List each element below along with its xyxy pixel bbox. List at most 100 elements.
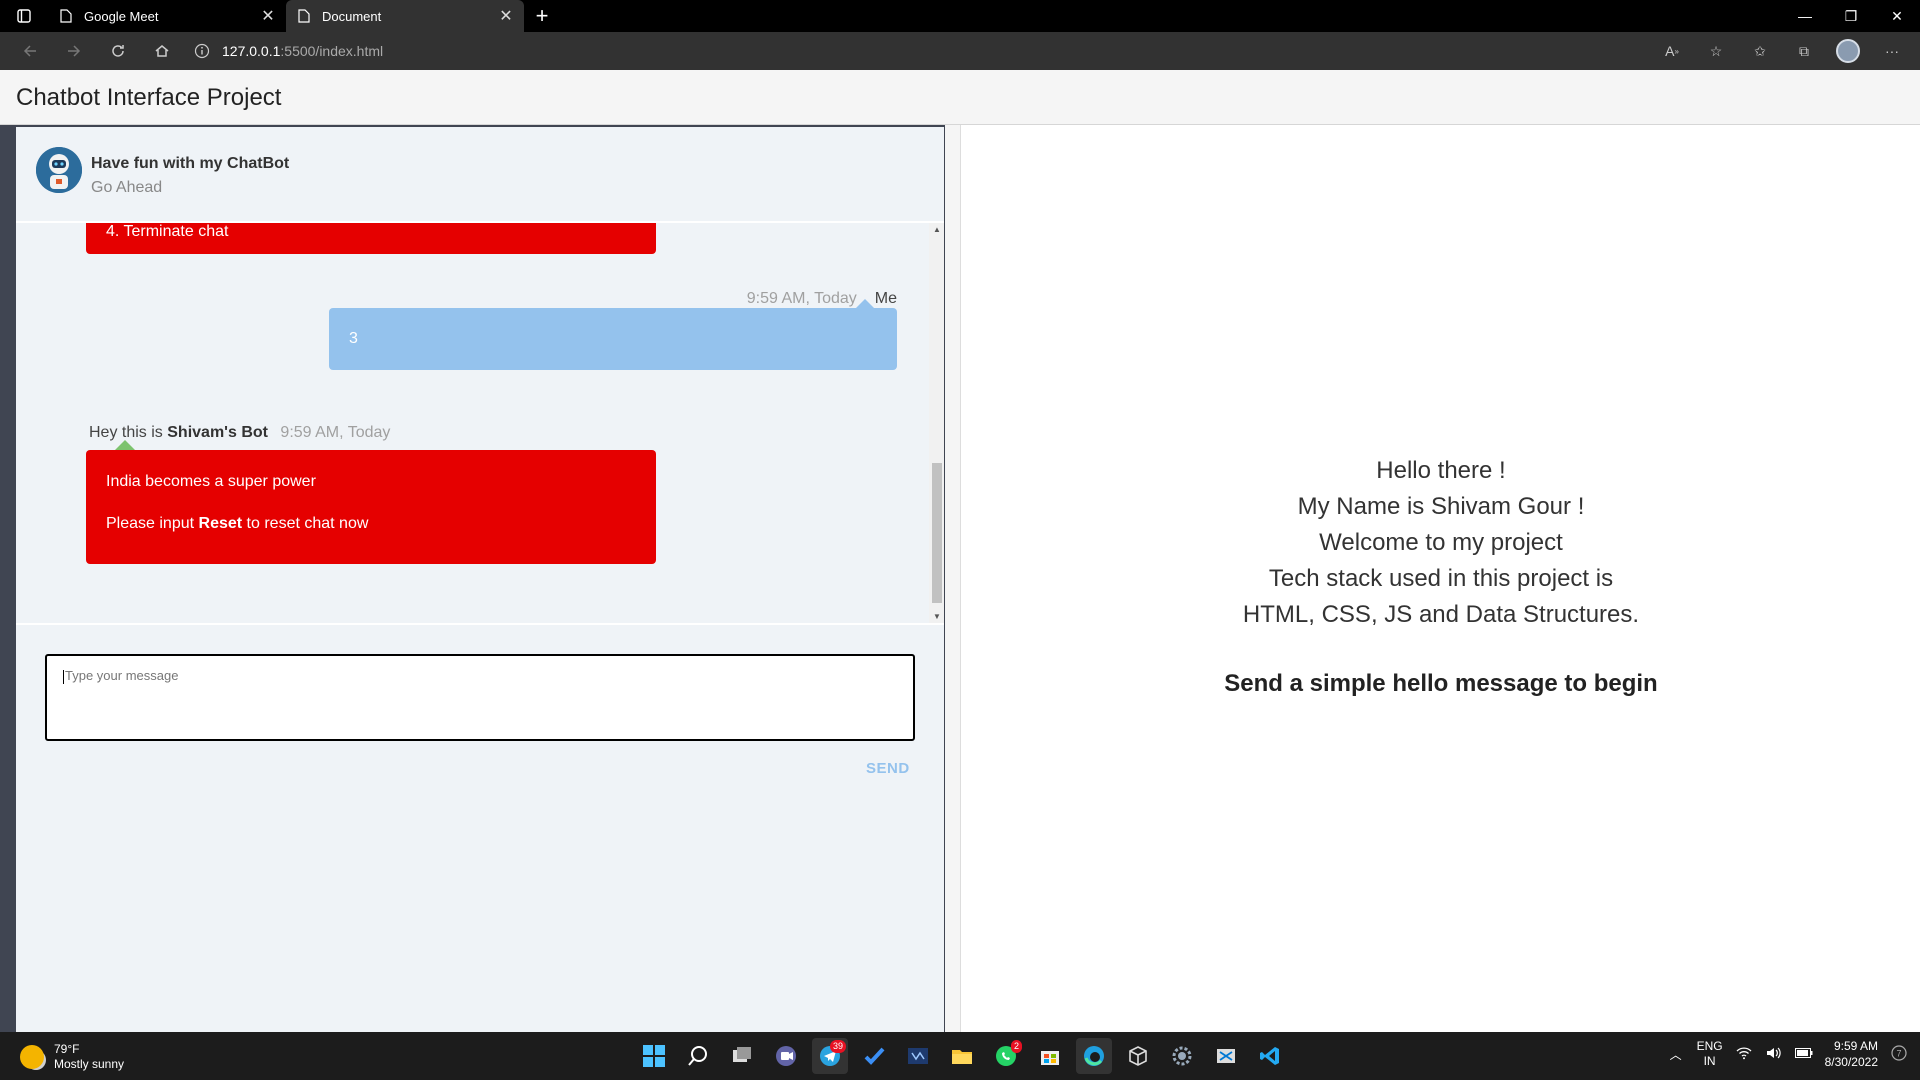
collections-icon[interactable]: ⧉ [1784, 35, 1824, 67]
whatsapp-badge: 2 [1010, 1040, 1022, 1053]
url-field[interactable]: 127.0.0.1:5500/index.html [194, 35, 383, 67]
page-icon [298, 9, 312, 23]
add-favorite-icon[interactable]: ☆ [1696, 35, 1736, 67]
page: Chatbot Interface Project Have fun with … [0, 70, 1920, 1032]
read-aloud-icon[interactable]: A» [1652, 35, 1692, 67]
close-tab-icon[interactable]: ✕ [260, 6, 276, 26]
virtualbox-icon[interactable] [1120, 1038, 1156, 1074]
file-explorer-icon[interactable] [944, 1038, 980, 1074]
bot-message: India becomes a super power Please input… [86, 450, 656, 564]
intro-cta: Send a simple hello message to begin [1224, 670, 1658, 697]
bot-message: 4. Terminate chat [86, 223, 656, 254]
user-message-sender: Me [874, 290, 897, 307]
tab-actions-icon[interactable] [0, 0, 48, 32]
bot-intro-text: Hey this is [89, 424, 163, 441]
minimize-icon[interactable]: — [1782, 0, 1828, 32]
intro-text: Hello there ! My Name is Shivam Gour ! W… [961, 453, 1920, 633]
close-window-icon[interactable]: ✕ [1874, 0, 1920, 32]
clock[interactable]: 9:59 AM 8/30/2022 [1825, 1038, 1878, 1070]
user-message: 3 [329, 308, 897, 370]
weather-temp: 79°F [54, 1042, 80, 1056]
taskbar: 79°F Mostly sunny 39 2 ︿ ENG IN 9:59 AM … [0, 1032, 1920, 1080]
volume-icon[interactable] [1765, 1046, 1783, 1063]
chat-header-subtitle: Go Ahead [91, 179, 163, 196]
composer-divider [16, 623, 944, 625]
intro-line: Hello there ! [1376, 457, 1506, 484]
message-input-placeholder: Type your message [65, 668, 179, 683]
user-message-text: 3 [349, 330, 358, 347]
user-message-meta: 9:59 AM, Today Me [747, 290, 897, 308]
language-indicator[interactable]: ENG IN [1697, 1039, 1723, 1069]
restore-icon[interactable]: ❐ [1828, 0, 1874, 32]
dev-tool-icon[interactable] [900, 1038, 936, 1074]
clock-date: 8/30/2022 [1824, 1055, 1878, 1069]
address-bar: 127.0.0.1:5500/index.html A» ☆ ✩ ⧉ ··· [0, 32, 1920, 70]
chat-container: Have fun with my ChatBot Go Ahead 4. Ter… [0, 125, 945, 1032]
telegram-badge: 39 [829, 1040, 846, 1053]
back-icon[interactable] [8, 35, 52, 67]
todo-icon[interactable] [856, 1038, 892, 1074]
bot-line-pre: Please input [106, 515, 195, 532]
new-tab-button[interactable]: + [524, 0, 560, 32]
chat-panel: Have fun with my ChatBot Go Ahead 4. Ter… [16, 127, 944, 1032]
chat-header: Have fun with my ChatBot Go Ahead [16, 127, 944, 223]
intro-line: Tech stack used in this project is [1268, 565, 1614, 592]
send-button[interactable]: SEND [866, 760, 910, 777]
favorites-icon[interactable]: ✩ [1740, 35, 1780, 67]
message-scrollbar[interactable]: ▲ ▼ [929, 223, 944, 623]
weather-sun-icon [20, 1045, 44, 1069]
settings-icon[interactable] [1164, 1038, 1200, 1074]
weather-widget[interactable]: 79°F Mostly sunny [20, 1042, 124, 1072]
url-host: 127.0.0.1 [222, 43, 281, 59]
message-history[interactable]: 4. Terminate chat 9:59 AM, Today Me 3 Hey… [16, 223, 944, 623]
bot-avatar [36, 147, 82, 193]
whatsapp-icon[interactable]: 2 [988, 1038, 1024, 1074]
show-hidden-icons-icon[interactable]: ︿ [1667, 1046, 1685, 1063]
bot-message-line: Please input Reset to reset chat now [106, 514, 636, 534]
profile-avatar[interactable] [1828, 35, 1868, 67]
snipping-tool-icon[interactable] [1208, 1038, 1244, 1074]
forward-icon[interactable] [52, 35, 96, 67]
telegram-icon[interactable]: 39 [812, 1038, 848, 1074]
language-bottom: IN [1703, 1054, 1716, 1068]
search-icon[interactable] [680, 1038, 716, 1074]
bot-message-time: 9:59 AM, Today [280, 424, 391, 441]
tab-document[interactable]: Document ✕ [286, 0, 524, 32]
refresh-icon[interactable] [96, 35, 140, 67]
intro-line: Welcome to my project [1319, 529, 1563, 556]
intro-line: My Name is Shivam Gour ! [1297, 493, 1585, 520]
wifi-icon[interactable] [1735, 1046, 1753, 1063]
task-view-icon[interactable] [724, 1038, 760, 1074]
chat-app-icon[interactable] [768, 1038, 804, 1074]
page-title: Chatbot Interface Project [16, 84, 282, 111]
start-icon[interactable] [636, 1038, 672, 1074]
clock-time: 9:59 AM [1833, 1039, 1878, 1053]
bot-name: Shivam's Bot [167, 424, 268, 441]
edge-icon[interactable] [1076, 1038, 1112, 1074]
tab-title: Google Meet [84, 8, 159, 24]
svg-text:7: 7 [1896, 1048, 1901, 1058]
scroll-up-icon[interactable]: ▲ [932, 225, 942, 234]
bot-bubble-pointer [115, 440, 135, 450]
bot-message-text: 4. Terminate chat [106, 223, 229, 240]
bot-line-post: to reset chat now [246, 515, 369, 532]
vscode-icon[interactable] [1252, 1038, 1288, 1074]
battery-icon[interactable] [1794, 1047, 1813, 1062]
text-caret [63, 669, 64, 684]
more-menu-icon[interactable]: ··· [1872, 35, 1912, 67]
user-bubble-pointer [856, 299, 874, 308]
scroll-thumb[interactable] [932, 463, 942, 603]
tab-google-meet[interactable]: Google Meet ✕ [48, 0, 286, 32]
notification-icon[interactable]: 7 [1890, 1044, 1908, 1064]
message-input[interactable]: Type your message [45, 654, 915, 741]
bot-message-line: India becomes a super power [106, 473, 316, 490]
user-message-time: 9:59 AM, Today [746, 290, 857, 307]
home-icon[interactable] [140, 35, 184, 67]
site-info-icon[interactable] [194, 43, 222, 59]
close-tab-icon[interactable]: ✕ [498, 6, 514, 26]
bot-line-keyword: Reset [198, 515, 243, 532]
intro-panel: Hello there ! My Name is Shivam Gour ! W… [960, 125, 1920, 1032]
store-icon[interactable] [1032, 1038, 1068, 1074]
scroll-down-icon[interactable]: ▼ [932, 612, 942, 621]
chat-header-title: Have fun with my ChatBot [91, 155, 290, 172]
